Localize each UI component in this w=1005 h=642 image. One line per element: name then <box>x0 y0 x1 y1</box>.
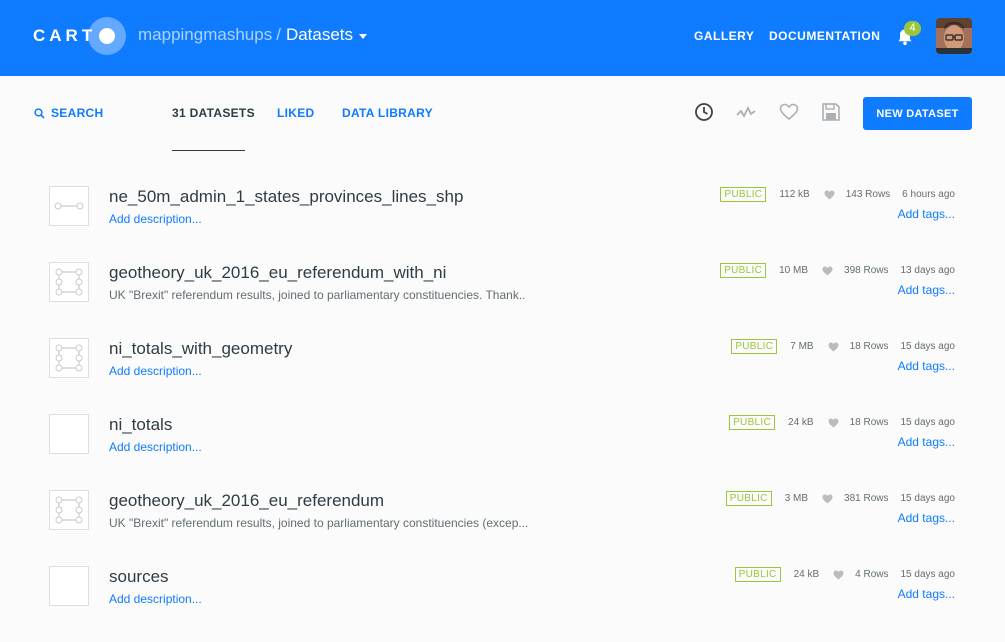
dataset-updated: 6 hours ago <box>902 189 955 200</box>
dataset-updated: 15 days ago <box>900 493 956 504</box>
tab-datasets[interactable]: 31 DATASETS <box>172 106 255 120</box>
dataset-name[interactable]: geotheory_uk_2016_eu_referendum <box>109 491 384 511</box>
search-label: SEARCH <box>51 106 104 120</box>
dataset-row[interactable]: ne_50m_admin_1_states_provinces_lines_sh… <box>0 186 1005 262</box>
dataset-size: 10 MB <box>779 265 809 276</box>
add-tags-link[interactable]: Add tags... <box>898 511 955 525</box>
dataset-size: 112 kB <box>779 189 810 200</box>
logo-circle-icon <box>88 17 127 55</box>
privacy-badge[interactable]: PUBLIC <box>729 415 776 430</box>
new-dataset-button[interactable]: NEW DATASET <box>863 97 972 130</box>
dataset-thumbnail[interactable] <box>49 566 89 606</box>
dataset-description[interactable]: UK "Brexit" referendum results, joined t… <box>109 288 526 302</box>
dataset-thumbnail[interactable] <box>49 262 89 302</box>
privacy-badge[interactable]: PUBLIC <box>720 263 767 278</box>
top-navbar: CART mappingmashups / Datasets GALLERY D… <box>0 0 1005 76</box>
dataset-description[interactable]: UK "Brexit" referendum results, joined t… <box>109 516 528 530</box>
save-icon[interactable] <box>821 102 841 122</box>
dataset-size: 24 kB <box>788 417 814 428</box>
dataset-thumbnail[interactable] <box>49 338 89 378</box>
notification-badge[interactable]: 4 <box>904 21 921 36</box>
dataset-updated: 15 days ago <box>900 569 956 580</box>
like-heart-icon[interactable] <box>828 342 839 352</box>
breadcrumb-section-dropdown[interactable]: Datasets <box>286 25 353 45</box>
dataset-row-count: 398 Rows <box>844 265 889 276</box>
dataset-row[interactable]: geotheory_uk_2016_eu_referendum_with_ni U… <box>0 262 1005 338</box>
dataset-name[interactable]: ni_totals <box>109 415 172 435</box>
privacy-badge[interactable]: PUBLIC <box>731 339 778 354</box>
add-description-link[interactable]: Add description... <box>109 364 202 378</box>
logo-text: CART <box>33 26 97 45</box>
add-tags-link[interactable]: Add tags... <box>898 283 955 297</box>
avatar[interactable] <box>936 18 972 54</box>
add-tags-link[interactable]: Add tags... <box>898 207 955 221</box>
activity-icon[interactable] <box>736 102 756 122</box>
clock-icon[interactable] <box>694 102 714 122</box>
privacy-badge[interactable]: PUBLIC <box>720 187 767 202</box>
breadcrumb: mappingmashups / Datasets <box>138 25 368 45</box>
dataset-name[interactable]: geotheory_uk_2016_eu_referendum_with_ni <box>109 263 446 283</box>
heart-icon[interactable] <box>779 102 799 122</box>
dataset-thumbnail[interactable] <box>49 490 89 530</box>
breadcrumb-separator: / <box>276 25 281 44</box>
dataset-name[interactable]: ne_50m_admin_1_states_provinces_lines_sh… <box>109 187 463 207</box>
add-tags-link[interactable]: Add tags... <box>898 587 955 601</box>
chevron-down-icon[interactable] <box>359 33 368 39</box>
add-description-link[interactable]: Add description... <box>109 592 202 606</box>
like-heart-icon[interactable] <box>828 418 839 428</box>
documentation-link[interactable]: DOCUMENTATION <box>769 29 880 43</box>
tab-data-library[interactable]: DATA LIBRARY <box>342 106 433 120</box>
privacy-badge[interactable]: PUBLIC <box>725 491 772 506</box>
dataset-row[interactable]: sources Add description... PUBLIC 24 kB 4 Ro… <box>0 566 1005 642</box>
dataset-updated: 13 days ago <box>900 265 956 276</box>
dataset-meta: PUBLIC 24 kB 18 Rows 15 days ago <box>729 415 955 430</box>
search-button[interactable]: SEARCH <box>34 106 103 120</box>
dataset-meta: PUBLIC 112 kB 143 Rows 6 hours ago <box>720 187 955 202</box>
add-tags-link[interactable]: Add tags... <box>898 359 955 373</box>
dataset-meta: PUBLIC 10 MB 398 Rows 13 days ago <box>720 263 955 278</box>
dataset-row[interactable]: geotheory_uk_2016_eu_referendum UK "Brexi… <box>0 490 1005 566</box>
dataset-updated: 15 days ago <box>900 417 956 428</box>
dataset-row-count: 18 Rows <box>849 417 889 428</box>
dataset-row[interactable]: ni_totals Add description... PUBLIC 24 kB 18… <box>0 414 1005 490</box>
like-heart-icon[interactable] <box>822 266 833 276</box>
add-description-link[interactable]: Add description... <box>109 212 202 226</box>
gallery-link[interactable]: GALLERY <box>694 29 754 43</box>
dataset-size: 7 MB <box>790 341 814 352</box>
dataset-row-count: 143 Rows <box>845 189 891 200</box>
add-description-link[interactable]: Add description... <box>109 440 202 454</box>
add-tags-link[interactable]: Add tags... <box>898 435 955 449</box>
dataset-meta: PUBLIC 3 MB 381 Rows 15 days ago <box>725 491 956 506</box>
like-heart-icon[interactable] <box>824 190 835 200</box>
dataset-row-count: 18 Rows <box>849 341 889 352</box>
like-heart-icon[interactable] <box>833 570 844 580</box>
dataset-row-count: 4 Rows <box>855 569 889 580</box>
tab-liked[interactable]: LIKED <box>277 106 315 120</box>
dataset-name[interactable]: ni_totals_with_geometry <box>109 339 292 359</box>
active-tab-indicator <box>172 150 245 151</box>
dataset-updated: 15 days ago <box>900 341 956 352</box>
dataset-row[interactable]: ni_totals_with_geometry Add description..… <box>0 338 1005 414</box>
dataset-thumbnail[interactable] <box>49 186 89 226</box>
search-icon <box>34 107 45 119</box>
dataset-thumbnail[interactable] <box>49 414 89 454</box>
dataset-name[interactable]: sources <box>109 567 169 587</box>
dataset-meta: PUBLIC 24 kB 4 Rows 15 days ago <box>734 567 956 582</box>
dataset-row-count: 381 Rows <box>844 493 889 504</box>
like-heart-icon[interactable] <box>822 494 833 504</box>
dataset-size: 24 kB <box>793 569 820 580</box>
carto-logo[interactable]: CART <box>33 17 127 55</box>
privacy-badge[interactable]: PUBLIC <box>734 567 781 582</box>
dataset-size: 3 MB <box>784 493 809 504</box>
breadcrumb-user[interactable]: mappingmashups <box>138 25 272 45</box>
dataset-meta: PUBLIC 7 MB 18 Rows 15 days ago <box>731 339 955 354</box>
